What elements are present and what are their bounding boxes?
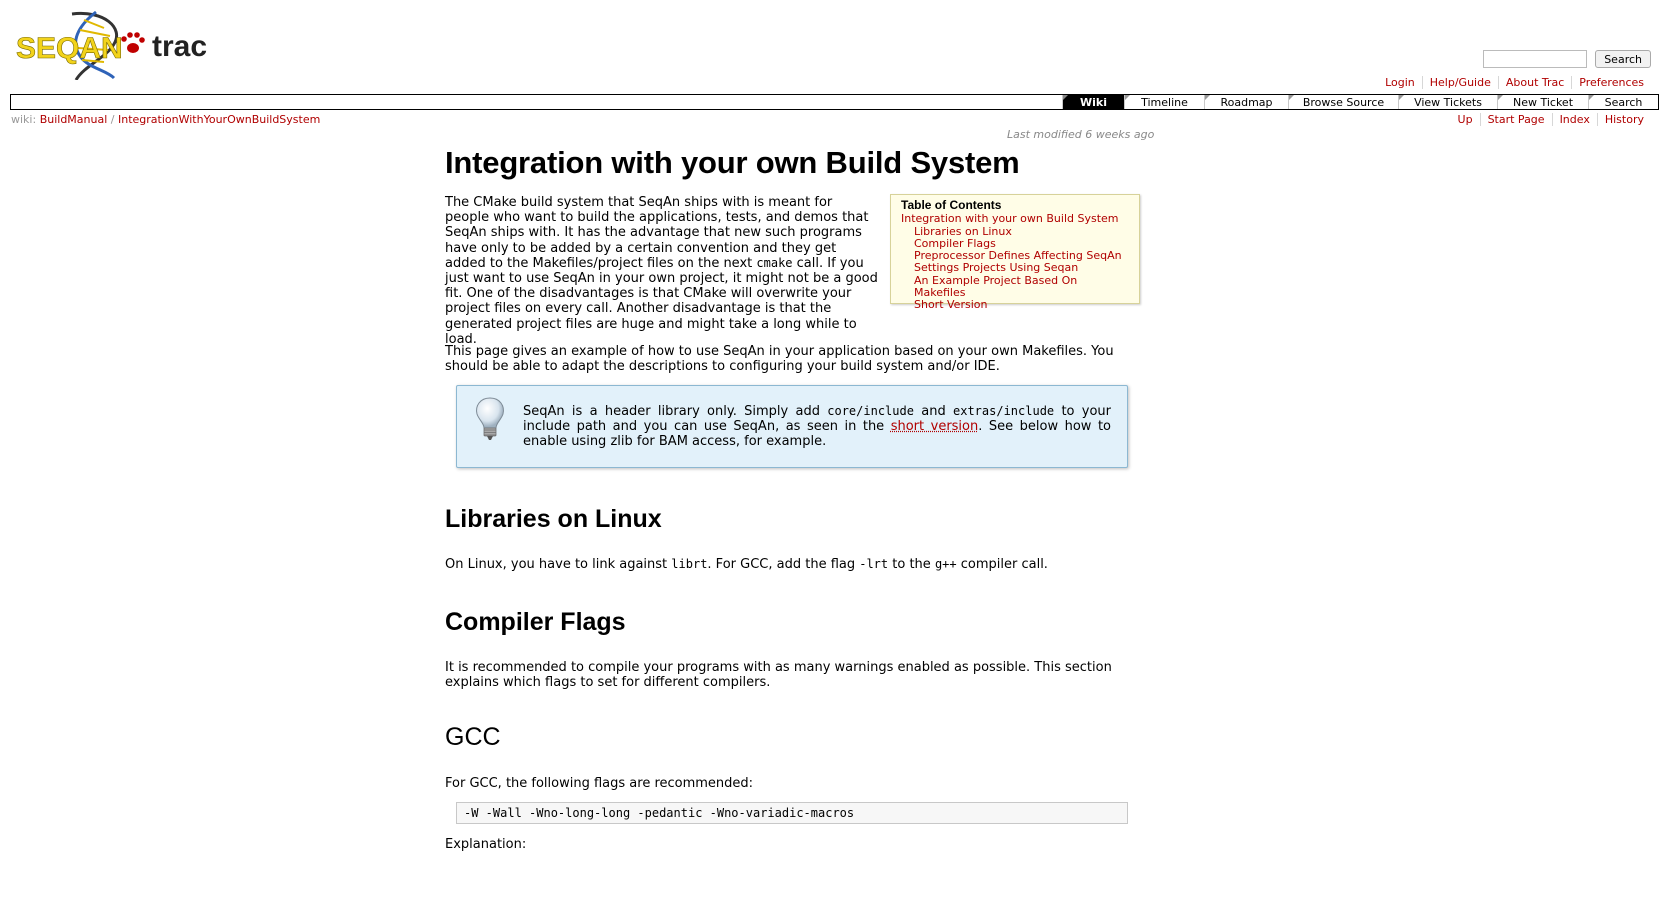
nav-tab-roadmap[interactable]: Roadmap [1204, 95, 1288, 109]
toc-item-settings-projects[interactable]: Settings Projects Using Seqan [901, 262, 1129, 275]
tip-text-1: SeqAn is a header library only. Simply a… [523, 404, 828, 419]
preferences-link[interactable]: Preferences [1571, 76, 1651, 89]
ctxtnav-history-link[interactable]: History [1596, 113, 1651, 126]
search-button[interactable]: Search [1595, 50, 1651, 68]
help-guide-link[interactable]: Help/Guide [1421, 76, 1498, 89]
explanation-label: Explanation: [445, 837, 527, 852]
seqan-trac-logo[interactable]: SEQAN trac [14, 8, 229, 81]
toc-item-short-version[interactable]: Short Version [901, 299, 1129, 312]
ctxtnav-index-link[interactable]: Index [1551, 113, 1597, 126]
main-navigation: Wiki Timeline Roadmap Browse Source View… [10, 94, 1659, 110]
heading-compiler-flags: Compiler Flags [445, 608, 626, 636]
breadcrumb: wiki: BuildManual / IntegrationWithYourO… [11, 113, 320, 126]
heading-gcc: GCC [445, 723, 501, 751]
table-of-contents: Table of Contents Integration with your … [890, 194, 1140, 311]
code-librt: librt [671, 557, 708, 571]
breadcrumb-prefix: wiki: [11, 113, 37, 126]
about-trac-link[interactable]: About Trac [1497, 76, 1571, 89]
search-form: Search [1483, 50, 1651, 68]
nav-tab-browse-source[interactable]: Browse Source [1288, 95, 1398, 109]
logo-graphic: SEQAN trac [16, 10, 207, 81]
compiler-paragraph: It is recommended to compile your progra… [445, 660, 1112, 691]
gcc-flags-code-block: -W -Wall -Wno-long-long -pedantic -Wno-v… [456, 802, 1128, 824]
tip-text: SeqAn is a header library only. Simply a… [523, 404, 1111, 450]
tip-text-2: and [913, 404, 953, 419]
page-title: Integration with your own Build System [445, 145, 1020, 180]
nav-tab-timeline[interactable]: Timeline [1124, 95, 1204, 109]
nav-tab-new-ticket[interactable]: New Ticket [1497, 95, 1588, 109]
tip-box: SeqAn is a header library only. Simply a… [456, 385, 1128, 468]
logo-text-seqan: SEQAN [16, 32, 123, 65]
code-gpp: g++ [934, 557, 957, 571]
breadcrumb-separator: / [110, 113, 115, 126]
logo-text-trac: trac [152, 30, 207, 63]
nav-tab-view-tickets[interactable]: View Tickets [1398, 95, 1497, 109]
short-version-link[interactable]: short version [891, 419, 979, 434]
makefiles-paragraph: This page gives an example of how to use… [445, 344, 1114, 375]
last-modified: Last modified 6 weeks ago [1007, 128, 1154, 141]
libraries-paragraph: On Linux, you have to link against librt… [445, 557, 1145, 572]
ctxtnav-start-page-link[interactable]: Start Page [1479, 113, 1552, 126]
nav-tab-wiki[interactable]: Wiki [1062, 95, 1124, 109]
paw-icon [121, 32, 145, 53]
last-modified-prefix: Last modified [1007, 128, 1082, 141]
code-lrt: -lrt [859, 557, 889, 571]
intro-code-cmake: cmake [756, 255, 793, 270]
libraries-text-2: . For GCC, add the flag [707, 557, 860, 572]
breadcrumb-parent-link[interactable]: BuildManual [40, 113, 108, 126]
lightbulb-icon [476, 397, 504, 440]
login-link[interactable]: Login [1378, 76, 1422, 89]
ctxtnav-up-link[interactable]: Up [1451, 113, 1480, 126]
tip-code-core-include: core/include [827, 404, 914, 418]
heading-libraries-on-linux: Libraries on Linux [445, 505, 662, 533]
gcc-paragraph: For GCC, the following flags are recomme… [445, 776, 754, 791]
meta-navigation: Login Help/Guide About Trac Preferences [1378, 76, 1651, 89]
libraries-text-1: On Linux, you have to link against [445, 557, 672, 572]
tip-code-extras-include: extras/include [953, 404, 1055, 418]
breadcrumb-current-link[interactable]: IntegrationWithYourOwnBuildSystem [118, 113, 320, 126]
toc-title: Table of Contents [901, 198, 1002, 212]
intro-paragraph: The CMake build system that SeqAn ships … [445, 195, 878, 347]
context-navigation: Up Start Page Index History [1451, 113, 1651, 126]
last-modified-ago-link[interactable]: 6 weeks ago [1085, 128, 1154, 141]
libraries-text-4: compiler call. [956, 557, 1048, 572]
toc-item-integration[interactable]: Integration with your own Build System [901, 212, 1129, 225]
toc-item-example-project[interactable]: An Example Project Based On Makefiles [901, 274, 1129, 300]
search-input[interactable] [1483, 50, 1588, 68]
nav-tab-search[interactable]: Search [1588, 95, 1658, 109]
libraries-text-3: to the [888, 557, 935, 572]
